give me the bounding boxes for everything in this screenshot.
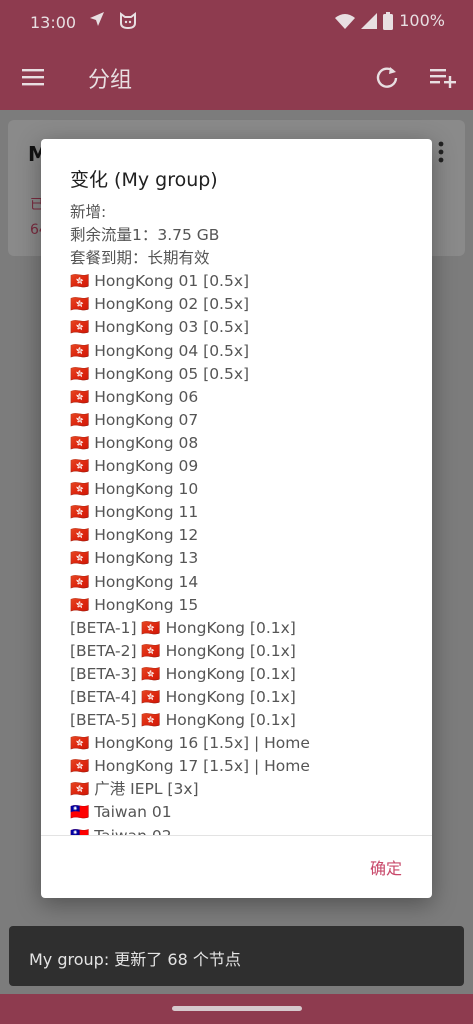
wifi-icon: [335, 13, 356, 29]
more-vert-icon[interactable]: [436, 140, 446, 166]
dialog-line: 🇭🇰 HongKong 04 [0.5x]: [70, 341, 250, 360]
dialog-line: 🇭🇰 HongKong 07: [70, 410, 199, 429]
dialog-title: 变化 (My group): [70, 169, 218, 191]
dialog-line: [BETA-1] 🇭🇰 HongKong [0.1x]: [70, 618, 296, 637]
dialog-line: 剩余流量1：3.75 GB: [70, 226, 220, 245]
dialog-line: 🇭🇰 HongKong 08: [70, 433, 199, 452]
dialog-line: [BETA-5] 🇭🇰 HongKong [0.1x]: [70, 711, 296, 730]
refresh-icon[interactable]: [374, 64, 400, 90]
dialog-line: 🇭🇰 广港 IEPL [3x]: [70, 780, 199, 799]
confirm-button[interactable]: 确定: [370, 855, 402, 879]
dialog-line: 套餐到期：长期有效: [70, 249, 210, 268]
dialog-line: 🇭🇰 HongKong 02 [0.5x]: [70, 295, 250, 314]
battery-icon: [383, 11, 394, 30]
dialog-line: 🇭🇰 HongKong 16 [1.5x] | Home: [70, 734, 310, 753]
page-title: 分组: [88, 68, 133, 93]
signal-icon: [361, 12, 378, 29]
snackbar-message: My group: 更新了 68 个节点: [29, 950, 241, 969]
dialog-line: 新增:: [70, 203, 107, 221]
changes-dialog: 变化 (My group) 新增: 剩余流量1：3.75 GB 套餐到期：长期有…: [41, 139, 432, 898]
dialog-line: [BETA-4] 🇭🇰 HongKong [0.1x]: [70, 687, 296, 706]
dialog-line: 🇹🇼 Taiwan 01: [70, 803, 172, 822]
playlist-add-icon[interactable]: [428, 64, 458, 90]
cat-icon: [120, 12, 136, 30]
dialog-message[interactable]: 新增: 剩余流量1：3.75 GB 套餐到期：长期有效 🇭🇰 HongKong …: [70, 201, 420, 835]
status-time: 13:00: [30, 12, 77, 32]
dialog-line: [BETA-2] 🇭🇰 HongKong [0.1x]: [70, 641, 296, 660]
dialog-line: 🇭🇰 HongKong 17 [1.5x] | Home: [70, 757, 310, 776]
dialog-line: 🇭🇰 HongKong 11: [70, 503, 199, 522]
dialog-line: 🇭🇰 HongKong 13: [70, 549, 199, 568]
navigation-icon: [90, 12, 104, 26]
dialog-line: 🇭🇰 HongKong 01 [0.5x]: [70, 272, 250, 291]
dialog-line: 🇭🇰 HongKong 12: [70, 526, 199, 545]
dialog-line: 🇭🇰 HongKong 09: [70, 457, 199, 476]
dialog-line: [BETA-3] 🇭🇰 HongKong [0.1x]: [70, 664, 296, 683]
status-bar: 13:00 100%: [0, 0, 473, 44]
battery-percent: 100%: [399, 11, 445, 30]
dialog-line: 🇭🇰 HongKong 05 [0.5x]: [70, 364, 250, 383]
status-notification-icons: [88, 10, 138, 30]
navigation-bar: [0, 994, 473, 1024]
menu-icon[interactable]: [20, 64, 46, 90]
dialog-line: 🇭🇰 HongKong 03 [0.5x]: [70, 318, 250, 337]
snackbar: My group: 更新了 68 个节点: [9, 926, 464, 986]
dialog-line: 🇭🇰 HongKong 10: [70, 480, 199, 499]
dialog-line: 🇹🇼 Taiwan 02: [70, 825, 420, 835]
home-gesture-handle[interactable]: [172, 1006, 302, 1011]
app-bar: 分组: [0, 44, 473, 110]
dialog-line: 🇭🇰 HongKong 06: [70, 387, 199, 406]
dialog-line: 🇭🇰 HongKong 15: [70, 595, 199, 614]
dialog-divider: [41, 835, 432, 836]
status-system-icons: 100%: [335, 11, 445, 30]
dialog-line: 🇭🇰 HongKong 14: [70, 572, 199, 591]
